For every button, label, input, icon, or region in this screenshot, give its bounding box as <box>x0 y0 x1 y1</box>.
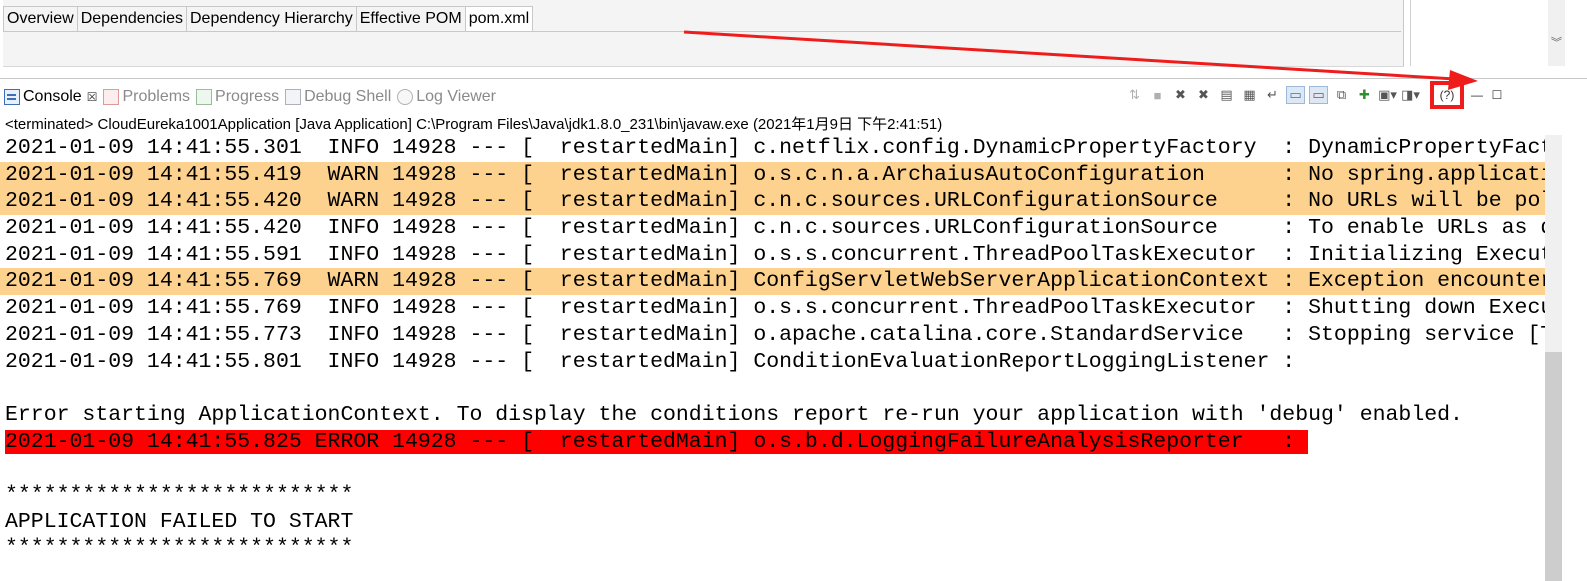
log-line: 2021-01-09 14:41:55.591 INFO 14928 --- [… <box>5 242 1545 267</box>
maximize-icon[interactable]: ☐ <box>1490 88 1504 102</box>
clear-console-icon[interactable]: ▤ <box>1217 86 1236 104</box>
show-on-stderr-icon[interactable]: ▭ <box>1309 86 1328 104</box>
error-highlight: 2021-01-09 14:41:55.825 ERROR 14928 --- … <box>5 429 1309 454</box>
tab-console[interactable]: Console ☒ <box>4 85 97 109</box>
tab-log-viewer-label: Log Viewer <box>416 88 497 105</box>
tab-problems-label: Problems <box>122 88 191 105</box>
console-output[interactable]: 2021-01-09 14:41:55.301 INFO 14928 --- [… <box>0 135 1545 581</box>
tab-progress-label: Progress <box>215 88 280 105</box>
help-icon[interactable]: (?) <box>1430 81 1464 109</box>
log-line: 2021-01-09 14:41:55.419 WARN 14928 --- [… <box>0 161 1545 189</box>
log-line: 2021-01-09 14:41:55.769 WARN 14928 --- [… <box>0 268 1545 296</box>
console-view: Console ☒ Problems Progress Debug Shell … <box>0 78 1587 581</box>
editor-tab-divider <box>6 31 1401 32</box>
log-line: *************************** <box>5 536 354 561</box>
problems-icon <box>103 89 120 105</box>
tab-dependency-hierarchy[interactable]: Dependency Hierarchy <box>185 6 356 32</box>
tab-effective-pom[interactable]: Effective POM <box>355 6 465 32</box>
progress-icon <box>196 89 213 105</box>
log-line-error: 2021-01-09 14:41:55.825 ERROR 14928 --- … <box>0 429 1545 456</box>
scroll-down-arrow-icon[interactable]: ︾ <box>1551 34 1562 50</box>
log-line: 2021-01-09 14:41:55.420 WARN 14928 --- [… <box>0 188 1545 216</box>
editor-area: Overview Dependencies Dependency Hierarc… <box>0 0 1587 78</box>
tab-overview[interactable]: Overview <box>3 6 77 32</box>
open-console-icon[interactable]: ◨▾ <box>1401 86 1420 104</box>
log-line: APPLICATION FAILED TO START <box>5 509 354 534</box>
log-line: 2021-01-09 14:41:55.301 INFO 14928 --- [… <box>5 136 1545 160</box>
tab-log-viewer[interactable]: Log Viewer <box>397 85 496 109</box>
remove-all-terminated-icon[interactable]: ✖ <box>1194 86 1213 104</box>
display-console-icon[interactable]: ▣▾ <box>1378 86 1397 104</box>
tab-debug-shell-label: Debug Shell <box>304 88 392 105</box>
word-wrap-icon[interactable]: ↵ <box>1263 86 1282 104</box>
tab-dependencies[interactable]: Dependencies <box>76 6 186 32</box>
disconnect-icon[interactable]: ⇅ <box>1125 86 1144 104</box>
view-tab-bar: Console ☒ Problems Progress Debug Shell … <box>4 85 502 109</box>
log-line: *************************** <box>5 482 354 507</box>
tab-progress[interactable]: Progress <box>196 85 279 109</box>
log-line: 2021-01-09 14:41:55.420 INFO 14928 --- [… <box>5 216 1545 241</box>
console-scrollbar-thumb[interactable] <box>1545 352 1562 581</box>
close-icon[interactable]: ☒ <box>87 90 98 104</box>
terminate-icon[interactable]: ■ <box>1148 86 1167 104</box>
process-status-line: <terminated> CloudEureka1001Application … <box>5 116 943 133</box>
editor-tab-bar: Overview Dependencies Dependency Hierarc… <box>3 6 534 32</box>
debug-shell-icon <box>285 89 302 105</box>
log-line: 2021-01-09 14:41:55.769 INFO 14928 --- [… <box>5 296 1545 321</box>
log-viewer-icon <box>397 89 414 105</box>
log-line: 2021-01-09 14:41:55.773 INFO 14928 --- [… <box>5 322 1545 347</box>
console-icon <box>4 89 20 105</box>
log-line: 2021-01-09 14:41:55.801 INFO 14928 --- [… <box>5 349 1309 374</box>
show-on-stdout-icon[interactable]: ▭ <box>1286 86 1305 104</box>
side-pane-scrollbar[interactable] <box>1548 0 1565 66</box>
tab-console-label: Console <box>23 88 82 105</box>
scroll-lock-icon[interactable]: ▦ <box>1240 86 1259 104</box>
minimize-icon[interactable]: — <box>1470 88 1484 102</box>
tab-debug-shell[interactable]: Debug Shell <box>285 85 391 109</box>
console-toolbar: ⇅ ■ ✖ ✖ ▤ ▦ ↵ ▭ ▭ ⧉ ✚ ▣▾ ◨▾ (?) — ☐ <box>1125 81 1504 109</box>
pin-console-icon[interactable]: ⧉ <box>1332 86 1351 104</box>
tab-problems[interactable]: Problems <box>103 85 190 109</box>
log-line: Error starting ApplicationContext. To di… <box>5 402 1463 427</box>
new-console-icon[interactable]: ✚ <box>1355 86 1374 104</box>
tab-pom-xml[interactable]: pom.xml <box>464 6 534 32</box>
remove-launch-icon[interactable]: ✖ <box>1171 86 1190 104</box>
